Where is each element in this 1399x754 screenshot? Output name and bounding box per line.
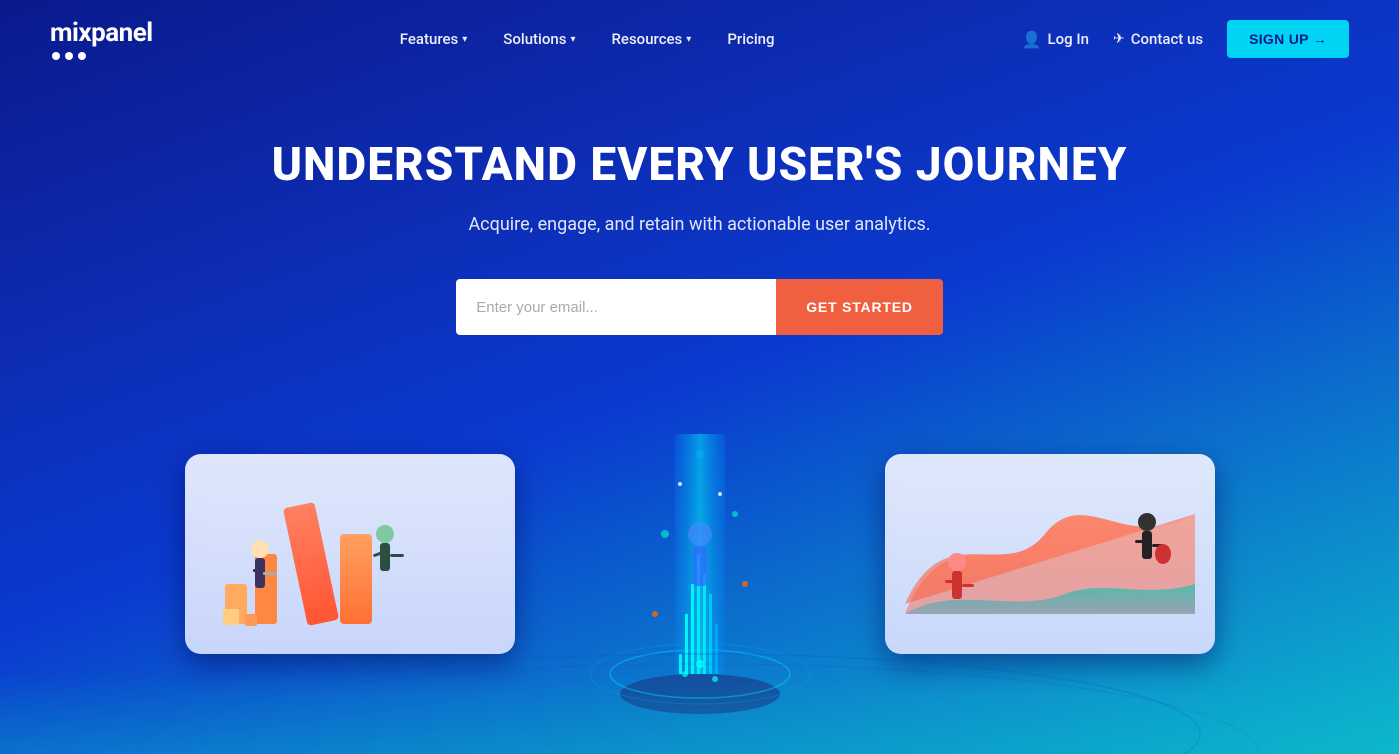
logo-dot-1 (52, 52, 60, 60)
hero-subtitle: Acquire, engage, and retain with actiona… (0, 214, 1399, 235)
hero-title: UNDERSTAND EVERY USER'S JOURNEY (0, 138, 1399, 192)
email-input[interactable] (456, 279, 776, 335)
get-started-button[interactable]: GET STARTED (776, 279, 943, 335)
hero-section: UNDERSTAND EVERY USER'S JOURNEY Acquire,… (0, 78, 1399, 335)
nav-features[interactable]: Features ▾ (400, 30, 468, 48)
user-icon: 👤 (1022, 30, 1042, 49)
nav-pricing[interactable]: Pricing (727, 30, 774, 48)
signup-form: GET STARTED (0, 279, 1399, 335)
login-button[interactable]: 👤 Log In (1022, 30, 1089, 49)
logo-dots (50, 52, 86, 60)
nav-right: 👤 Log In ✈ Contact us SIGN UP → (1022, 20, 1349, 58)
chevron-down-icon: ▾ (686, 34, 691, 45)
nav-center: Features ▾ Solutions ▾ Resources ▾ Prici… (400, 30, 775, 48)
contact-button[interactable]: ✈ Contact us (1113, 30, 1203, 48)
send-icon: ✈ (1113, 31, 1125, 47)
logo-text: mixpanel (50, 18, 153, 48)
bottom-fade (0, 674, 1399, 754)
signup-button[interactable]: SIGN UP → (1227, 20, 1349, 58)
nav-resources[interactable]: Resources ▾ (611, 30, 691, 48)
logo[interactable]: mixpanel (50, 18, 153, 60)
chevron-down-icon: ▾ (570, 34, 575, 45)
navbar: mixpanel Features ▾ Solutions ▾ Resource… (0, 0, 1399, 78)
chevron-down-icon: ▾ (462, 34, 467, 45)
logo-dot-3 (78, 52, 86, 60)
nav-solutions[interactable]: Solutions ▾ (503, 30, 575, 48)
logo-dot-2 (65, 52, 73, 60)
